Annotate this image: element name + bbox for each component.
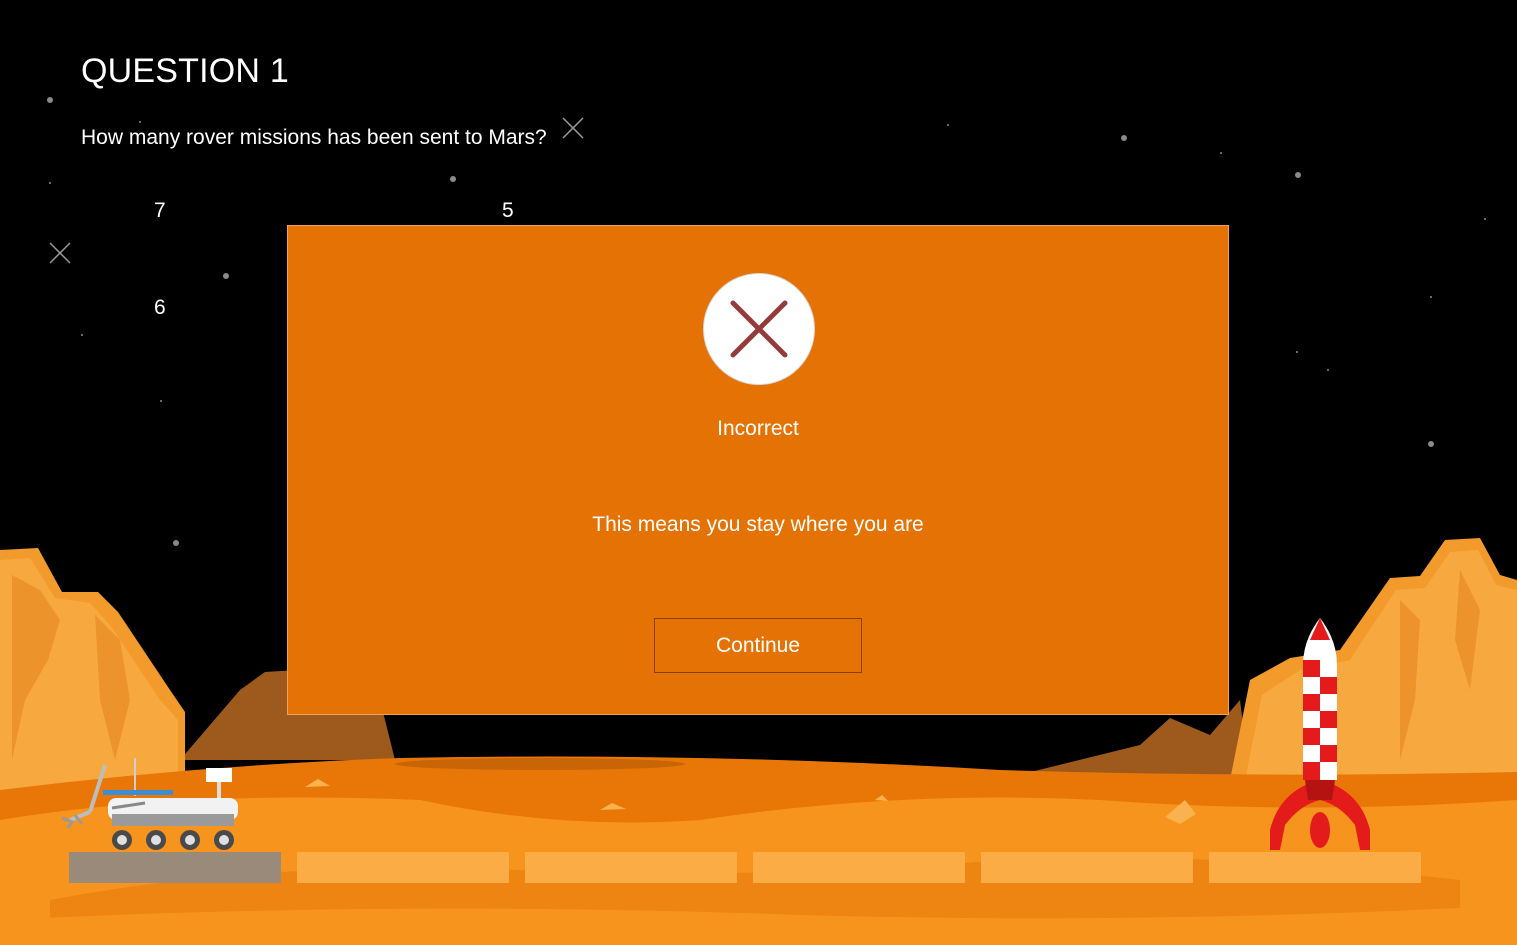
- continue-button[interactable]: Continue: [654, 618, 862, 673]
- progress-step: [753, 852, 965, 883]
- progress-step-current: [69, 852, 281, 883]
- progress-step: [297, 852, 509, 883]
- question-text: How many rover missions has been sent to…: [81, 126, 547, 149]
- progress-step: [1209, 852, 1421, 883]
- x-mark-icon: [703, 273, 815, 385]
- result-status: Incorrect: [717, 417, 799, 440]
- answer-option[interactable]: 5: [496, 197, 520, 225]
- result-message: This means you stay where you are: [592, 513, 924, 536]
- progress-step: [525, 852, 737, 883]
- answer-option[interactable]: 6: [148, 294, 172, 322]
- answer-option[interactable]: 7: [148, 197, 172, 225]
- question-title: QUESTION 1: [81, 52, 289, 90]
- feedback-dialog: Incorrect This means you stay where you …: [287, 225, 1229, 715]
- progress-step: [981, 852, 1193, 883]
